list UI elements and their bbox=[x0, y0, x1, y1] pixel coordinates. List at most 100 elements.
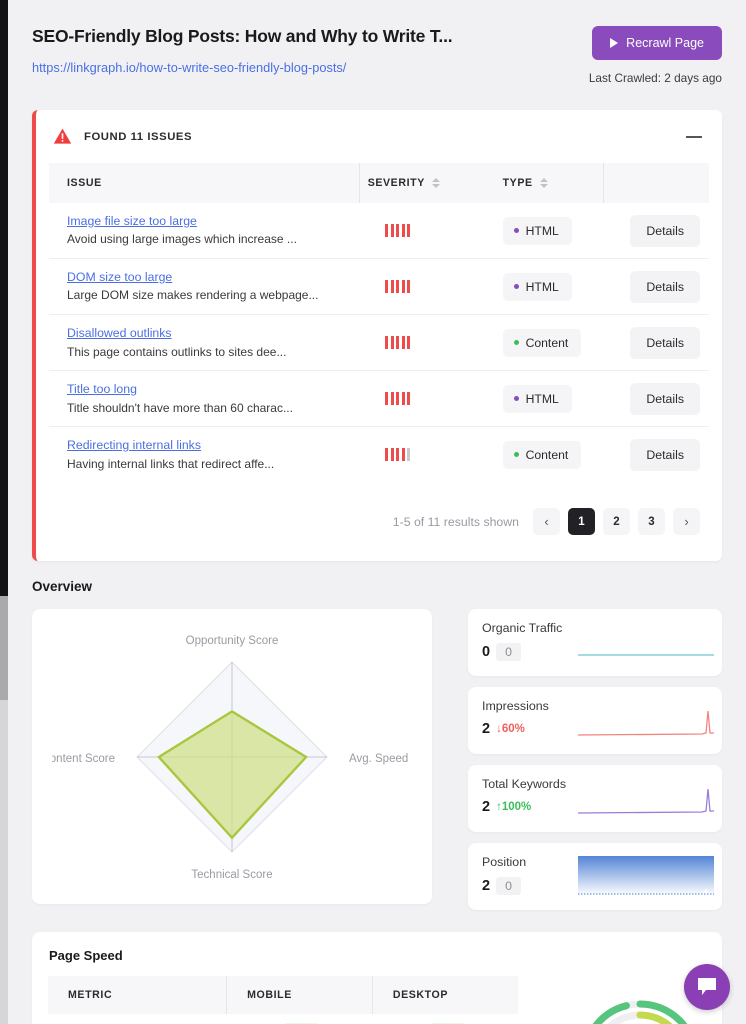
sparkline bbox=[576, 629, 716, 666]
column-header-type[interactable]: TYPE bbox=[484, 163, 604, 203]
type-dot-icon bbox=[513, 228, 519, 234]
sparkline bbox=[576, 785, 716, 822]
radar-axis-label: Avg. Speed Index bbox=[349, 753, 412, 765]
action-cell: Details bbox=[603, 258, 709, 315]
issue-cell: Redirecting internal links Having interna… bbox=[49, 426, 360, 483]
speed-mobile-cell: 2.7 sFast bbox=[227, 1014, 373, 1024]
pagination-next-button[interactable]: › bbox=[673, 508, 700, 536]
issue-description: This page contains outlinks to sites dee… bbox=[67, 344, 287, 359]
pagination-prev-button[interactable]: ‹ bbox=[533, 508, 560, 536]
warning-icon bbox=[53, 128, 72, 144]
metric-card: Position 2 0 bbox=[468, 843, 722, 911]
severity-indicator bbox=[377, 448, 484, 462]
severity-cell bbox=[359, 258, 485, 315]
severity-cell bbox=[359, 370, 485, 427]
metric-value: 2 bbox=[482, 799, 491, 816]
metric-value: 2 bbox=[482, 878, 491, 895]
severity-indicator bbox=[377, 336, 484, 350]
severity-cell bbox=[359, 314, 485, 371]
details-button[interactable]: Details bbox=[630, 382, 700, 415]
sort-icon-severity[interactable] bbox=[431, 178, 440, 188]
metric-card: Total Keywords 2 ↑100% bbox=[468, 765, 722, 833]
type-dot-icon bbox=[513, 284, 519, 290]
details-button[interactable]: Details bbox=[630, 438, 700, 471]
severity-cell bbox=[359, 426, 485, 483]
action-cell: Details bbox=[603, 370, 709, 427]
issue-link[interactable]: Image file size too large bbox=[67, 212, 359, 230]
type-label: Content bbox=[525, 335, 569, 350]
type-badge: HTML bbox=[502, 216, 572, 245]
column-header-metric: METRIC bbox=[48, 976, 227, 1015]
sort-icon-type[interactable] bbox=[539, 178, 548, 188]
page-speed-card: Page Speed METRIC MOBILE DESKTOP Page Sp… bbox=[32, 932, 722, 1024]
type-cell: Content bbox=[484, 314, 604, 371]
play-icon bbox=[610, 38, 619, 48]
column-header-severity[interactable]: SEVERITY bbox=[358, 163, 485, 203]
page-header: SEO-Friendly Blog Posts: How and Why to … bbox=[32, 0, 722, 85]
action-cell: Details bbox=[603, 203, 709, 259]
table-row: DOM size too large Large DOM size makes r… bbox=[49, 258, 709, 315]
issue-description: Large DOM size makes rendering a webpage… bbox=[67, 288, 319, 303]
radar-axis-label: Technical Score bbox=[191, 869, 272, 881]
table-row: Image file size too large Avoid using lar… bbox=[49, 203, 709, 259]
issue-link[interactable]: DOM size too large bbox=[67, 268, 359, 286]
table-row: Page Speed Index2.7 sFast2.0 sFast bbox=[48, 1014, 518, 1024]
issue-link[interactable]: Title too long bbox=[67, 380, 359, 398]
issue-description: Avoid using large images which increase … bbox=[67, 232, 297, 247]
page-speed-header-row: METRIC MOBILE DESKTOP bbox=[48, 976, 518, 1015]
table-row: Redirecting internal links Having interna… bbox=[49, 426, 709, 483]
scrollbar-thumb[interactable] bbox=[0, 700, 8, 1024]
pagination-page-button[interactable]: 2 bbox=[603, 508, 630, 536]
window-edge-dark bbox=[0, 0, 8, 596]
issues-header-row: ISSUE SEVERITY TYPE bbox=[49, 163, 709, 203]
overview-grid: Opportunity Score Avg. Speed Index Technic… bbox=[32, 609, 722, 911]
page-speed-head: METRIC MOBILE DESKTOP bbox=[48, 976, 518, 1015]
speed-desktop-cell: 2.0 sFast bbox=[372, 1014, 518, 1024]
table-row: Title too long Title shouldn't have more … bbox=[49, 370, 709, 427]
pagination-pages: 123 bbox=[568, 508, 665, 536]
type-badge: Content bbox=[502, 440, 582, 469]
severity-indicator bbox=[377, 224, 484, 238]
metric-card: Impressions 2 ↓60% bbox=[468, 687, 722, 755]
details-button[interactable]: Details bbox=[630, 326, 700, 359]
column-header-actions bbox=[602, 163, 709, 203]
radar-axis-label: Opportunity Score bbox=[186, 635, 279, 647]
sparkline bbox=[576, 707, 716, 744]
speed-metric-name: Page Speed Index bbox=[48, 1014, 227, 1024]
issue-cell: DOM size too large Large DOM size makes r… bbox=[49, 258, 360, 315]
issues-table-head: ISSUE SEVERITY TYPE bbox=[49, 163, 709, 203]
sparkline-area bbox=[576, 854, 716, 903]
collapse-panel-button[interactable] bbox=[686, 135, 702, 138]
radar-axis-label: Content Score bbox=[52, 753, 115, 765]
type-cell: HTML bbox=[485, 203, 604, 259]
metric-delta-down: ↓60% bbox=[496, 723, 525, 736]
pagination-page-button[interactable]: 3 bbox=[638, 508, 665, 536]
type-dot-icon bbox=[513, 340, 519, 346]
page-title: SEO-Friendly Blog Posts: How and Why to … bbox=[32, 26, 453, 46]
issue-description: Having internal links that redirect affe… bbox=[67, 456, 275, 471]
issues-alert-label: FOUND 11 ISSUES bbox=[84, 130, 193, 143]
action-cell: Details bbox=[603, 426, 709, 483]
pagination-summary: 1-5 of 11 results shown bbox=[392, 514, 519, 529]
column-header-mobile: MOBILE bbox=[226, 976, 373, 1015]
type-cell: HTML bbox=[484, 258, 604, 315]
chat-support-button[interactable] bbox=[684, 964, 730, 1010]
recrawl-button-label: Recrawl Page bbox=[626, 36, 704, 50]
type-dot-icon bbox=[513, 396, 519, 402]
pagination-page-button[interactable]: 1 bbox=[568, 508, 595, 536]
metric-secondary-value: 0 bbox=[496, 877, 521, 896]
details-button[interactable]: Details bbox=[630, 270, 700, 303]
details-button[interactable]: Details bbox=[630, 214, 700, 247]
recrawl-page-button[interactable]: Recrawl Page bbox=[592, 26, 722, 60]
pagination: 1-5 of 11 results shown ‹ 123 › bbox=[36, 482, 722, 561]
header-left: SEO-Friendly Blog Posts: How and Why to … bbox=[32, 26, 589, 75]
page-url-link[interactable]: https://linkgraph.io/how-to-write-seo-fr… bbox=[32, 60, 577, 75]
type-badge: Content bbox=[502, 328, 582, 357]
severity-indicator bbox=[377, 280, 484, 294]
type-label: HTML bbox=[525, 391, 559, 406]
issue-link[interactable]: Redirecting internal links bbox=[67, 436, 359, 454]
issue-link[interactable]: Disallowed outlinks bbox=[67, 324, 359, 342]
last-crawled-text: Last Crawled: 2 days ago bbox=[588, 71, 722, 85]
severity-indicator bbox=[377, 392, 484, 406]
page-speed-body: Page Speed Index2.7 sFast2.0 sFastFirst … bbox=[48, 1014, 518, 1024]
